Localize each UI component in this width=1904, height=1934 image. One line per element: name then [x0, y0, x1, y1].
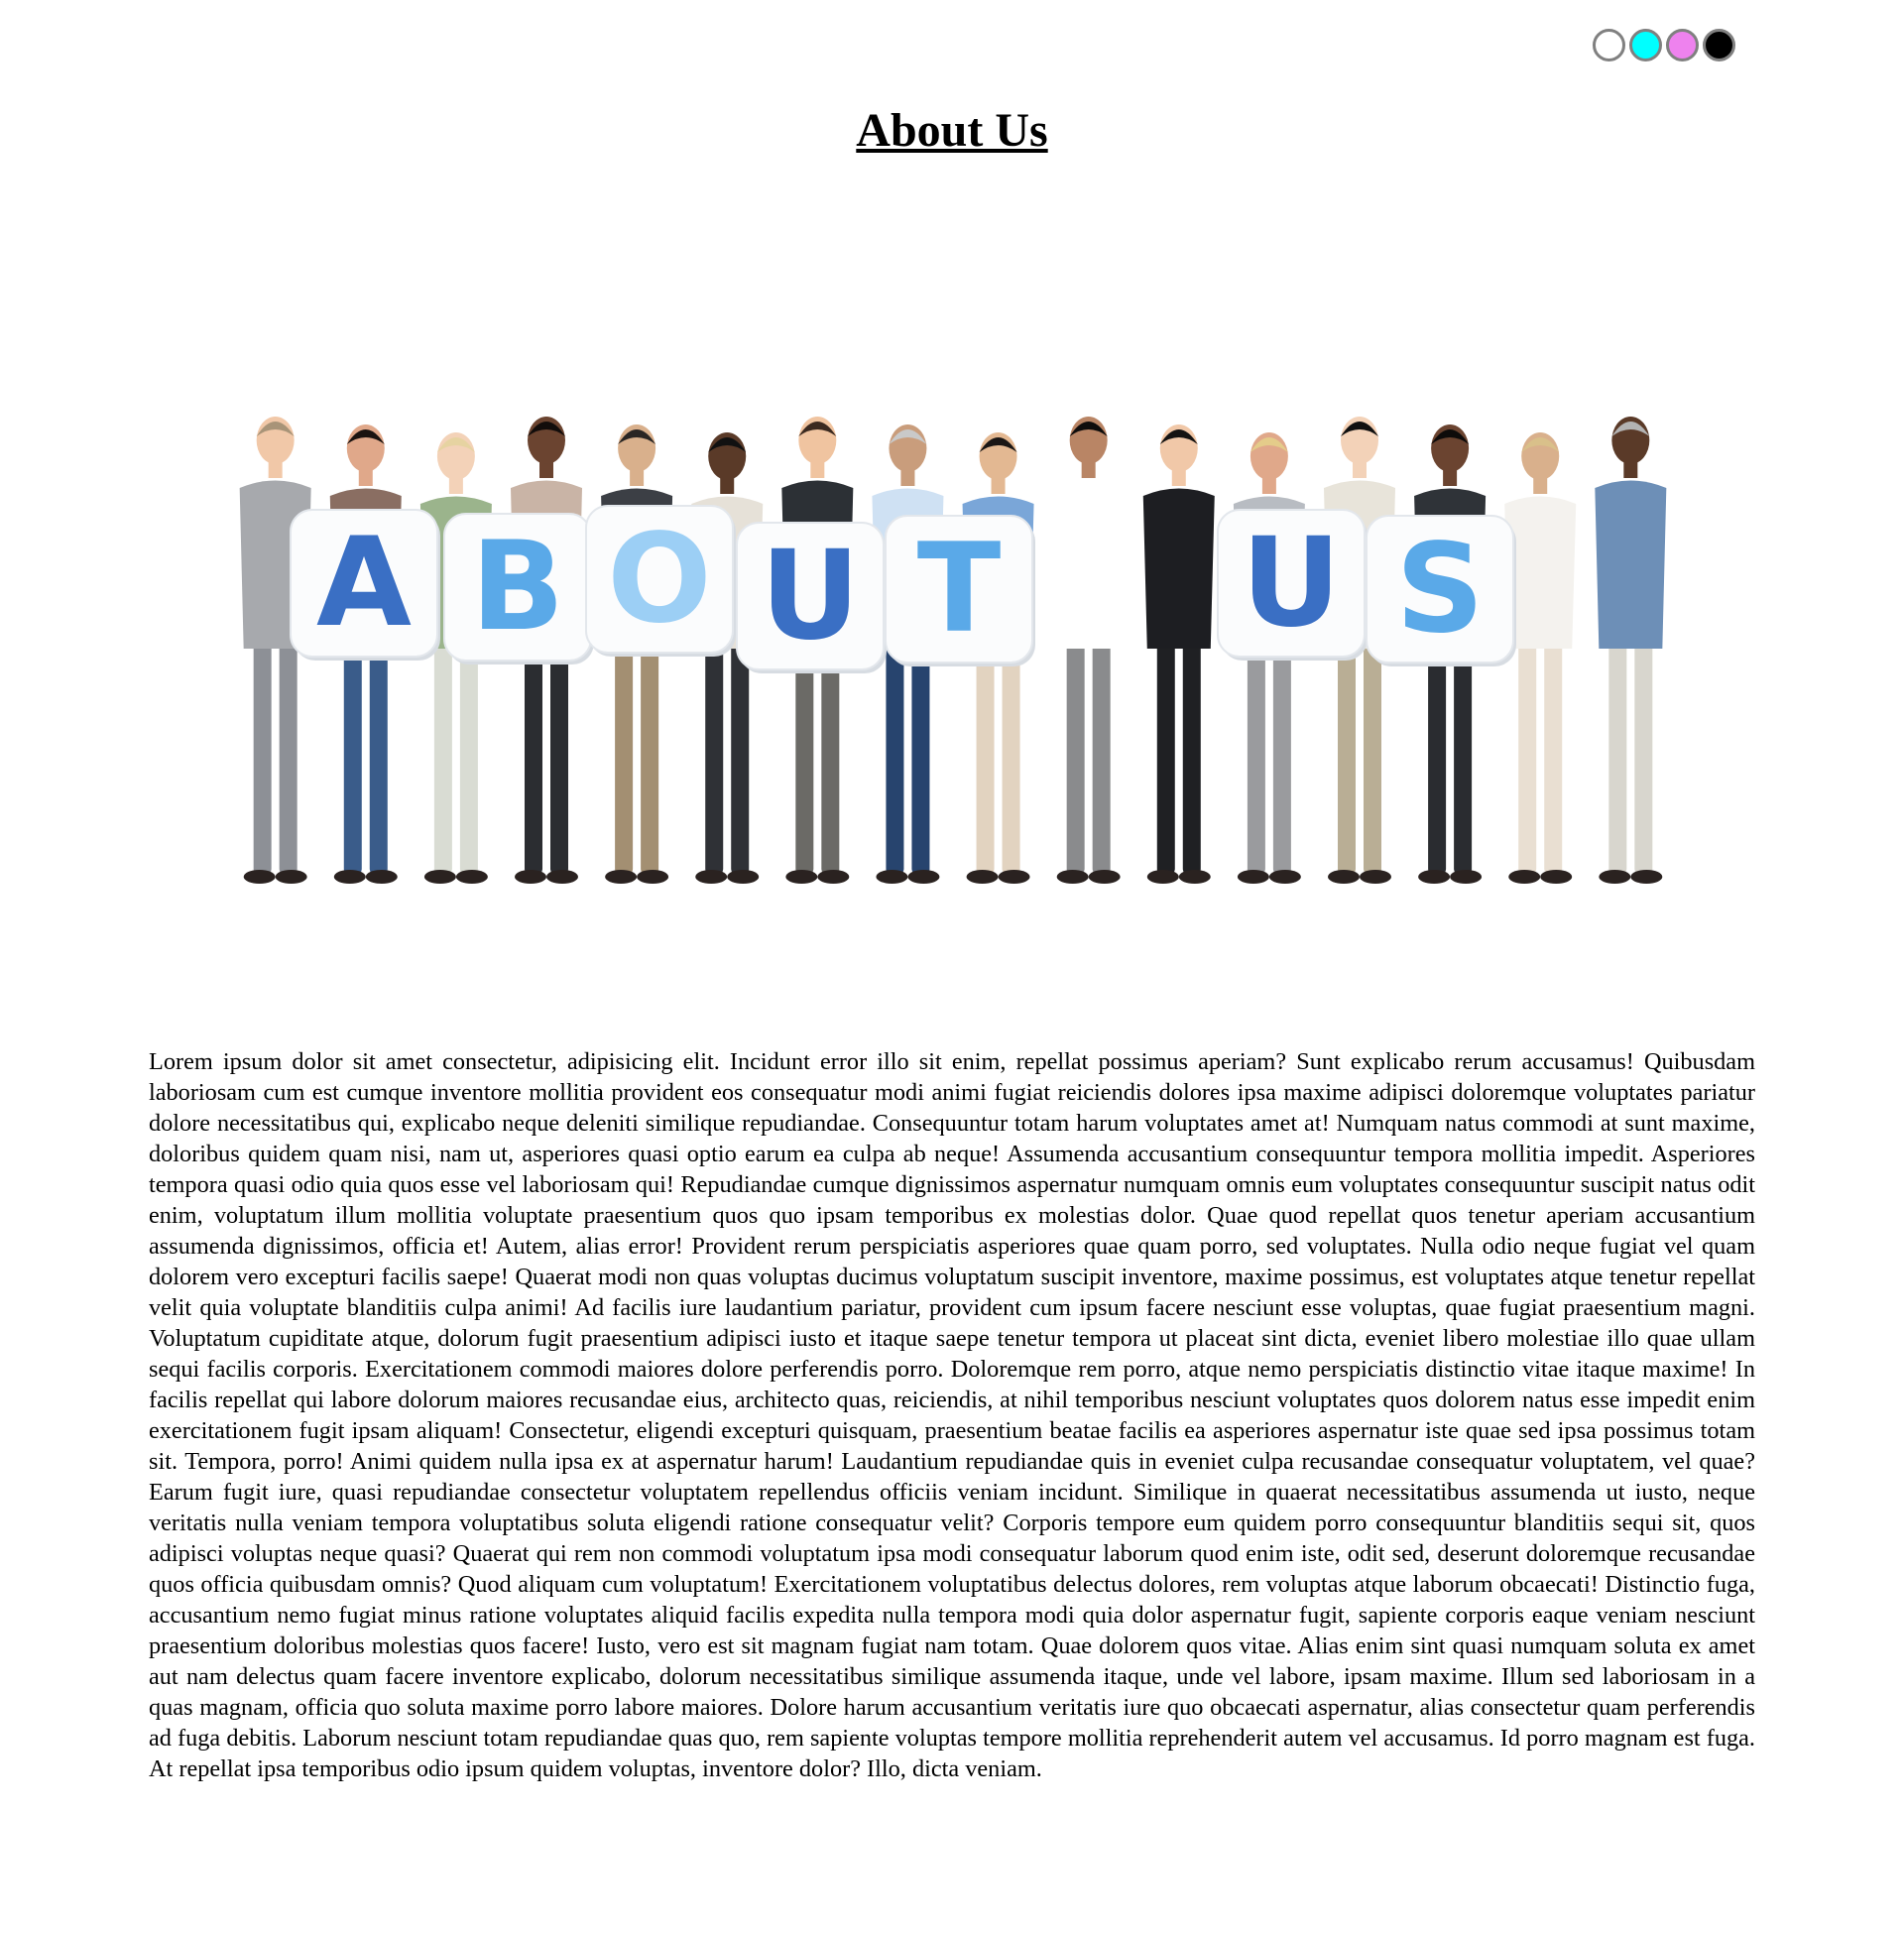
letter-sign: U	[1217, 509, 1368, 661]
letter-sign: O	[585, 505, 736, 657]
letter-sign-text: B	[471, 516, 565, 659]
person-figure	[1504, 432, 1577, 884]
letter-sign-text: A	[316, 512, 412, 655]
letter-sign: B	[443, 513, 594, 665]
about-us-hero-image: ABOUTUS	[221, 389, 1685, 914]
letter-sign-text: T	[917, 518, 1002, 661]
letter-sign: S	[1366, 515, 1516, 666]
person-figure	[1142, 424, 1215, 884]
person-figure	[1595, 417, 1667, 884]
theme-switcher	[1593, 29, 1735, 61]
letter-sign-text: U	[761, 525, 861, 667]
team-holding-about-us-letters-illustration: ABOUTUS	[239, 417, 1667, 884]
letter-sign: A	[290, 509, 440, 661]
theme-swatch-violet[interactable]	[1666, 29, 1699, 61]
theme-swatch-black[interactable]	[1703, 29, 1735, 61]
letter-sign-text: O	[607, 508, 711, 651]
letter-sign: U	[736, 522, 887, 673]
theme-swatch-white[interactable]	[1593, 29, 1625, 61]
person-figure	[1052, 417, 1125, 884]
letter-sign-text: S	[1395, 518, 1484, 661]
page-title: About Us	[856, 104, 1048, 157]
theme-swatch-cyan[interactable]	[1629, 29, 1662, 61]
letter-sign-text: U	[1242, 512, 1342, 655]
letter-sign: T	[885, 515, 1035, 666]
about-body-text: Lorem ipsum dolor sit amet consectetur, …	[149, 1048, 1755, 1782]
